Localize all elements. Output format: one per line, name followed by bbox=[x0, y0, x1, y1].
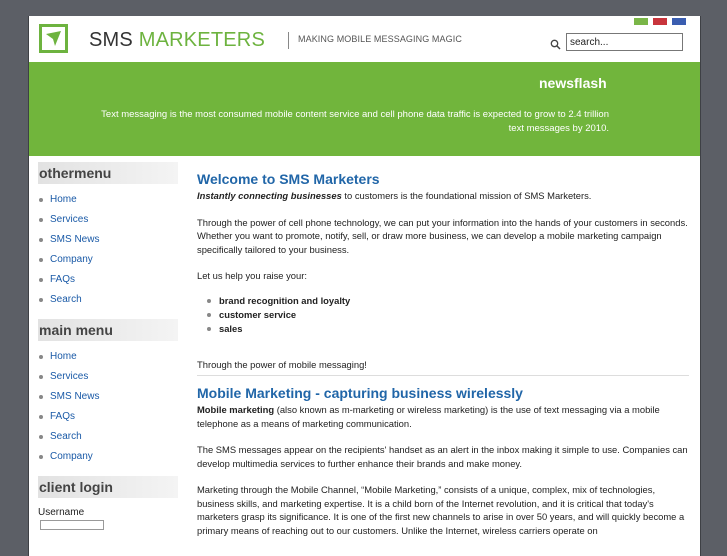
othermenu-item-sms-news[interactable]: SMS News bbox=[38, 230, 178, 250]
othermenu-item-services[interactable]: Services bbox=[38, 210, 178, 230]
othermenu-title: othermenu bbox=[38, 162, 178, 184]
article1-closing: Through the power of mobile messaging! bbox=[197, 358, 367, 370]
tagline-divider bbox=[288, 32, 289, 49]
main-content: Welcome to SMS Marketers Instantly conne… bbox=[197, 170, 689, 550]
mainmenu-item-services[interactable]: Services bbox=[38, 367, 178, 387]
othermenu-item-company[interactable]: Company bbox=[38, 250, 178, 270]
othermenu-item-home[interactable]: Home bbox=[38, 190, 178, 210]
list-item: brand recognition and loyalty bbox=[197, 294, 689, 308]
newsflash-title: newsflash bbox=[539, 75, 607, 91]
brand-name[interactable]: SMS MARKETERS bbox=[89, 29, 265, 52]
search-icon bbox=[550, 37, 561, 55]
mainmenu-title: main menu bbox=[38, 319, 178, 341]
flag-blue-icon[interactable] bbox=[672, 18, 686, 25]
page: SMS MARKETERS MAKING MOBILE MESSAGING MA… bbox=[28, 16, 701, 556]
sidebar: othermenu Home Services SMS News Company… bbox=[38, 162, 178, 530]
mainmenu-item-search[interactable]: Search bbox=[38, 427, 178, 447]
flag-green-icon[interactable] bbox=[634, 18, 648, 25]
article2-lead-bold: Mobile marketing bbox=[197, 404, 275, 415]
flag-red-icon[interactable] bbox=[653, 18, 667, 25]
divider bbox=[197, 375, 689, 376]
article2-title[interactable]: Mobile Marketing - capturing business wi… bbox=[197, 384, 689, 403]
article1-title[interactable]: Welcome to SMS Marketers bbox=[197, 170, 689, 189]
mainmenu-item-sms-news[interactable]: SMS News bbox=[38, 387, 178, 407]
mainmenu-item-faqs[interactable]: FAQs bbox=[38, 407, 178, 427]
list-item: sales bbox=[197, 322, 689, 336]
language-flags bbox=[629, 16, 686, 30]
mainmenu-list: Home Services SMS News FAQs Search Compa… bbox=[38, 347, 178, 467]
username-label: Username bbox=[38, 507, 85, 518]
brand-marketers: MARKETERS bbox=[138, 29, 265, 51]
article2-paragraph: The SMS messages appear on the recipient… bbox=[197, 444, 688, 469]
header: SMS MARKETERS MAKING MOBILE MESSAGING MA… bbox=[29, 16, 700, 62]
brand-sms: SMS bbox=[89, 29, 133, 51]
othermenu-item-faqs[interactable]: FAQs bbox=[38, 270, 178, 290]
article2-paragraph: Marketing through the Mobile Channel, “M… bbox=[197, 484, 685, 536]
othermenu-item-search[interactable]: Search bbox=[38, 290, 178, 310]
othermenu-list: Home Services SMS News Company FAQs Sear… bbox=[38, 190, 178, 310]
article1-paragraph: Through the power of cell phone technolo… bbox=[197, 216, 688, 255]
username-input[interactable] bbox=[40, 520, 104, 530]
raise-list: brand recognition and loyalty customer s… bbox=[197, 294, 689, 336]
article2-paragraph: Mobile marketing (also known as m-market… bbox=[197, 403, 689, 430]
list-item: customer service bbox=[197, 308, 689, 322]
newsflash-banner: newsflash Text messaging is the most con… bbox=[29, 62, 700, 156]
article1-lead-rest: to customers is the foundational mission… bbox=[341, 190, 592, 201]
mainmenu-item-company[interactable]: Company bbox=[38, 447, 178, 467]
tagline: MAKING MOBILE MESSAGING MAGIC bbox=[298, 34, 462, 44]
article1-lead: Instantly connecting businesses to custo… bbox=[197, 189, 689, 203]
article1-paragraph: Let us help you raise your: bbox=[197, 270, 307, 281]
search-input[interactable] bbox=[566, 33, 683, 51]
login-title: client login bbox=[38, 476, 178, 498]
article1-lead-bold: Instantly connecting businesses bbox=[197, 190, 342, 201]
logo-icon[interactable] bbox=[39, 24, 68, 53]
newsflash-text: Text messaging is the most consumed mobi… bbox=[101, 109, 609, 134]
mainmenu-item-home[interactable]: Home bbox=[38, 347, 178, 367]
